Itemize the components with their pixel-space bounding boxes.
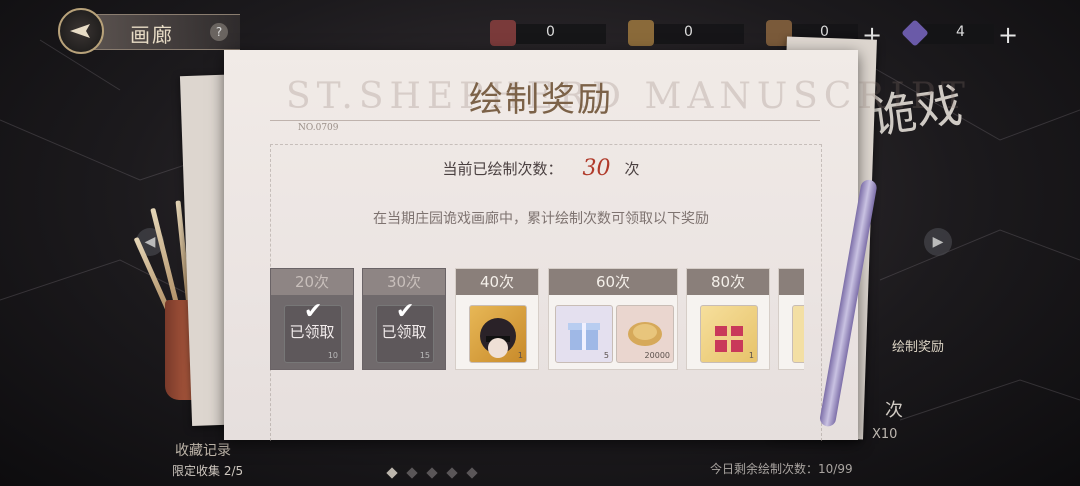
reward-item [792, 305, 804, 363]
draw-count-line: 当前已绘制次数： 30 次 [224, 156, 858, 181]
page-dot [406, 467, 418, 479]
resource-1-icon [490, 20, 516, 46]
ruled-line [270, 120, 820, 121]
reward-tier-60[interactable]: 60次 5 20000 [548, 268, 678, 370]
page-dot-active [386, 467, 398, 479]
draw-count-label: 当前已绘制次数： [442, 160, 563, 178]
collection-record-label[interactable]: 收藏记录 [175, 440, 231, 460]
reward-item-qty: 10 [327, 351, 338, 360]
limited-collect-counter: 限定收集 2/5 [172, 464, 244, 478]
reward-description: 在当期庄园诡戏画廊中，累计绘制次数可领取以下奖励 [373, 211, 709, 227]
page-dot [426, 467, 438, 479]
next-arrow-icon[interactable]: ▶ [924, 228, 952, 256]
character-portrait-item[interactable]: 1 [469, 305, 527, 363]
reward-tier-label: 80次 [687, 269, 769, 295]
resource-1-value: 0 [546, 24, 555, 40]
draw-reward-button-label[interactable]: 绘制奖励 [892, 336, 944, 355]
gift-box-item[interactable]: 5 [555, 305, 613, 363]
reward-tier-80[interactable]: 80次 1 [686, 268, 770, 370]
remaining-draws-text: 今日剩余绘制次数：10/99 [710, 462, 853, 476]
resource-slot-2: 0 [628, 20, 748, 48]
reward-tier-label: 30次 [363, 269, 445, 295]
reward-item-qty: 20000 [644, 351, 670, 360]
back-button[interactable] [58, 8, 104, 54]
reward-tier-40[interactable]: 40次 1 [455, 268, 539, 370]
page-dot [466, 467, 478, 479]
claimed-label: 已领取 [289, 323, 335, 341]
reward-item-qty: 15 [419, 351, 430, 360]
resource-2-value: 0 [684, 24, 693, 40]
resource-slot-1: 0 [490, 20, 610, 48]
page-title: 画廊 [130, 23, 174, 47]
add-crystal-button[interactable]: + [998, 21, 1018, 49]
draw-reward-panel: ST.SHEPHERD MANUSCRIPT 绘制奖励 NO.0709 当前已绘… [224, 50, 965, 441]
draw-x10-label: X10 [872, 427, 898, 442]
quill-back-icon [70, 24, 90, 38]
reward-tier-label [779, 269, 804, 295]
page-indicator [386, 462, 488, 481]
draw-count-unit: 次 [624, 160, 640, 178]
reward-tier-30[interactable]: 30次 15 ✔ 已领取 [362, 268, 446, 370]
resource-2-icon [628, 20, 654, 46]
reward-item-qty: 5 [603, 351, 609, 360]
resource-slot-4: 4 + [901, 19, 1032, 49]
draw-times-button-label[interactable]: 次 [885, 396, 903, 422]
panel-title: 绘制奖励 [469, 80, 613, 120]
coin-item[interactable]: 20000 [616, 305, 674, 363]
reward-item-qty: 1 [517, 351, 523, 360]
reward-list[interactable]: 20次 10 ✔ 已领取 30次 15 ✔ 已领取 40次 1 60次 5 20… [270, 268, 804, 372]
reward-item-qty: 1 [748, 351, 754, 360]
present-box-item[interactable]: 1 [700, 305, 758, 363]
manuscript-number: NO.0709 [298, 123, 339, 133]
reward-tier-label: 60次 [549, 269, 677, 295]
reward-tier-label: 40次 [456, 269, 538, 295]
reward-tier-next[interactable] [778, 268, 804, 370]
page-dot [446, 467, 458, 479]
resource-4-value: 4 [956, 24, 965, 40]
reward-tier-20[interactable]: 20次 10 ✔ 已领取 [270, 268, 354, 370]
reward-tier-label: 20次 [271, 269, 353, 295]
claimed-label: 已领取 [381, 323, 427, 341]
help-icon[interactable]: ? [210, 23, 228, 41]
draw-count-value: 30 [582, 156, 611, 181]
